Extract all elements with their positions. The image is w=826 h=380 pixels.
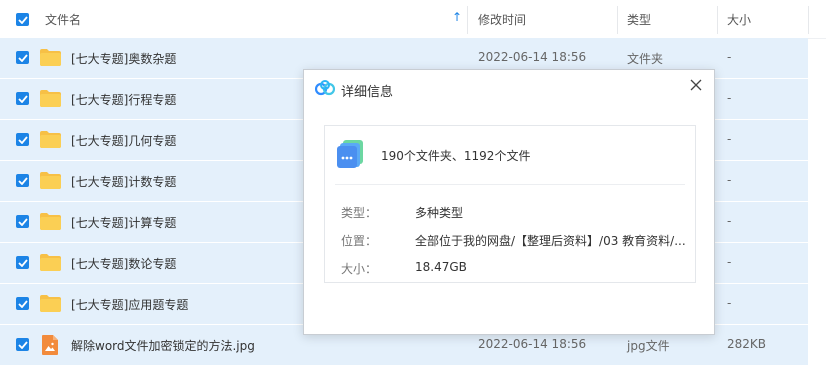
row-checkbox[interactable] (16, 215, 29, 228)
file-type: 文件夹 (627, 52, 664, 66)
row-checkbox[interactable] (16, 51, 29, 64)
file-size: 282KB (727, 337, 767, 351)
sort-ascending-icon[interactable]: ↑ (452, 10, 462, 24)
type-value: 多种类型 (415, 206, 464, 220)
row-checkbox[interactable] (16, 133, 29, 146)
folder-icon (40, 131, 61, 148)
column-divider[interactable] (467, 6, 468, 34)
size-value: 18.47GB (415, 260, 467, 274)
file-name[interactable]: [七大专题]计算专题 (71, 214, 176, 231)
type-label: 类型： (341, 206, 378, 220)
selection-summary: 190个文件夹、1192个文件 (381, 149, 531, 163)
file-size: - (727, 173, 732, 187)
check-icon (17, 340, 28, 349)
file-size: - (727, 214, 732, 228)
file-name[interactable]: [七大专题]计数专题 (71, 173, 176, 190)
folder-icon (40, 172, 61, 189)
details-panel: 190个文件夹、1192个文件 类型： 多种类型 位置： 全部位于我的网盘/【整… (324, 125, 696, 283)
row-checkbox[interactable] (16, 297, 29, 310)
check-icon (17, 135, 28, 144)
folder-icon (40, 49, 61, 66)
close-icon (690, 79, 702, 91)
divider (335, 184, 685, 185)
column-header-size[interactable]: 大小 (727, 11, 751, 28)
file-size: - (727, 255, 732, 269)
select-all-checkbox[interactable] (16, 13, 29, 26)
location-value[interactable]: 全部位于我的网盘/【整理后资料】/03 教育资料/... (415, 232, 686, 249)
location-label: 位置： (341, 234, 378, 248)
check-icon (17, 258, 28, 267)
file-name[interactable]: [七大专题]几何专题 (71, 132, 176, 149)
multiple-files-icon (337, 140, 363, 168)
check-icon (17, 299, 28, 308)
file-size: - (727, 132, 732, 146)
file-name[interactable]: [七大专题]奥数杂题 (71, 50, 176, 67)
column-divider[interactable] (617, 6, 618, 34)
row-checkbox[interactable] (16, 256, 29, 269)
check-icon (17, 217, 28, 226)
column-header-modified-time[interactable]: 修改时间 (478, 11, 526, 28)
column-divider[interactable] (717, 6, 718, 34)
check-icon (17, 15, 28, 24)
folder-icon (40, 254, 61, 271)
file-size: - (727, 91, 732, 105)
row-checkbox[interactable] (16, 92, 29, 105)
file-size: - (727, 296, 732, 310)
file-name[interactable]: [七大专题]应用题专题 (71, 296, 188, 313)
file-name[interactable]: [七大专题]行程专题 (71, 91, 176, 108)
file-name[interactable]: 解除word文件加密锁定的方法.jpg (71, 337, 255, 354)
close-button[interactable] (688, 77, 704, 93)
folder-icon (40, 295, 61, 312)
row-checkbox[interactable] (16, 174, 29, 187)
row-checkbox[interactable] (16, 338, 29, 351)
column-header-name[interactable]: 文件名 (45, 11, 81, 28)
details-dialog: 详细信息 190个文件夹、1192个文件 类型： 多种类型 位置： 全部位于我的… (303, 69, 715, 335)
size-label: 大小： (341, 262, 378, 276)
check-icon (17, 176, 28, 185)
baidu-netdisk-logo-icon (315, 80, 335, 96)
file-size: - (727, 50, 732, 64)
column-divider[interactable] (808, 6, 809, 34)
image-file-icon (42, 335, 58, 355)
file-modified-time: 2022-06-14 18:56 (478, 337, 587, 351)
file-modified-time: 2022-06-14 18:56 (478, 50, 587, 64)
folder-icon (40, 213, 61, 230)
column-header-type[interactable]: 类型 (627, 11, 651, 28)
file-type: jpg文件 (627, 339, 670, 353)
check-icon (17, 94, 28, 103)
dialog-title: 详细信息 (341, 85, 394, 100)
check-icon (17, 53, 28, 62)
file-list-header: 文件名 ↑ 修改时间 类型 大小 (0, 0, 826, 39)
folder-icon (40, 90, 61, 107)
file-name[interactable]: [七大专题]数论专题 (71, 255, 176, 272)
